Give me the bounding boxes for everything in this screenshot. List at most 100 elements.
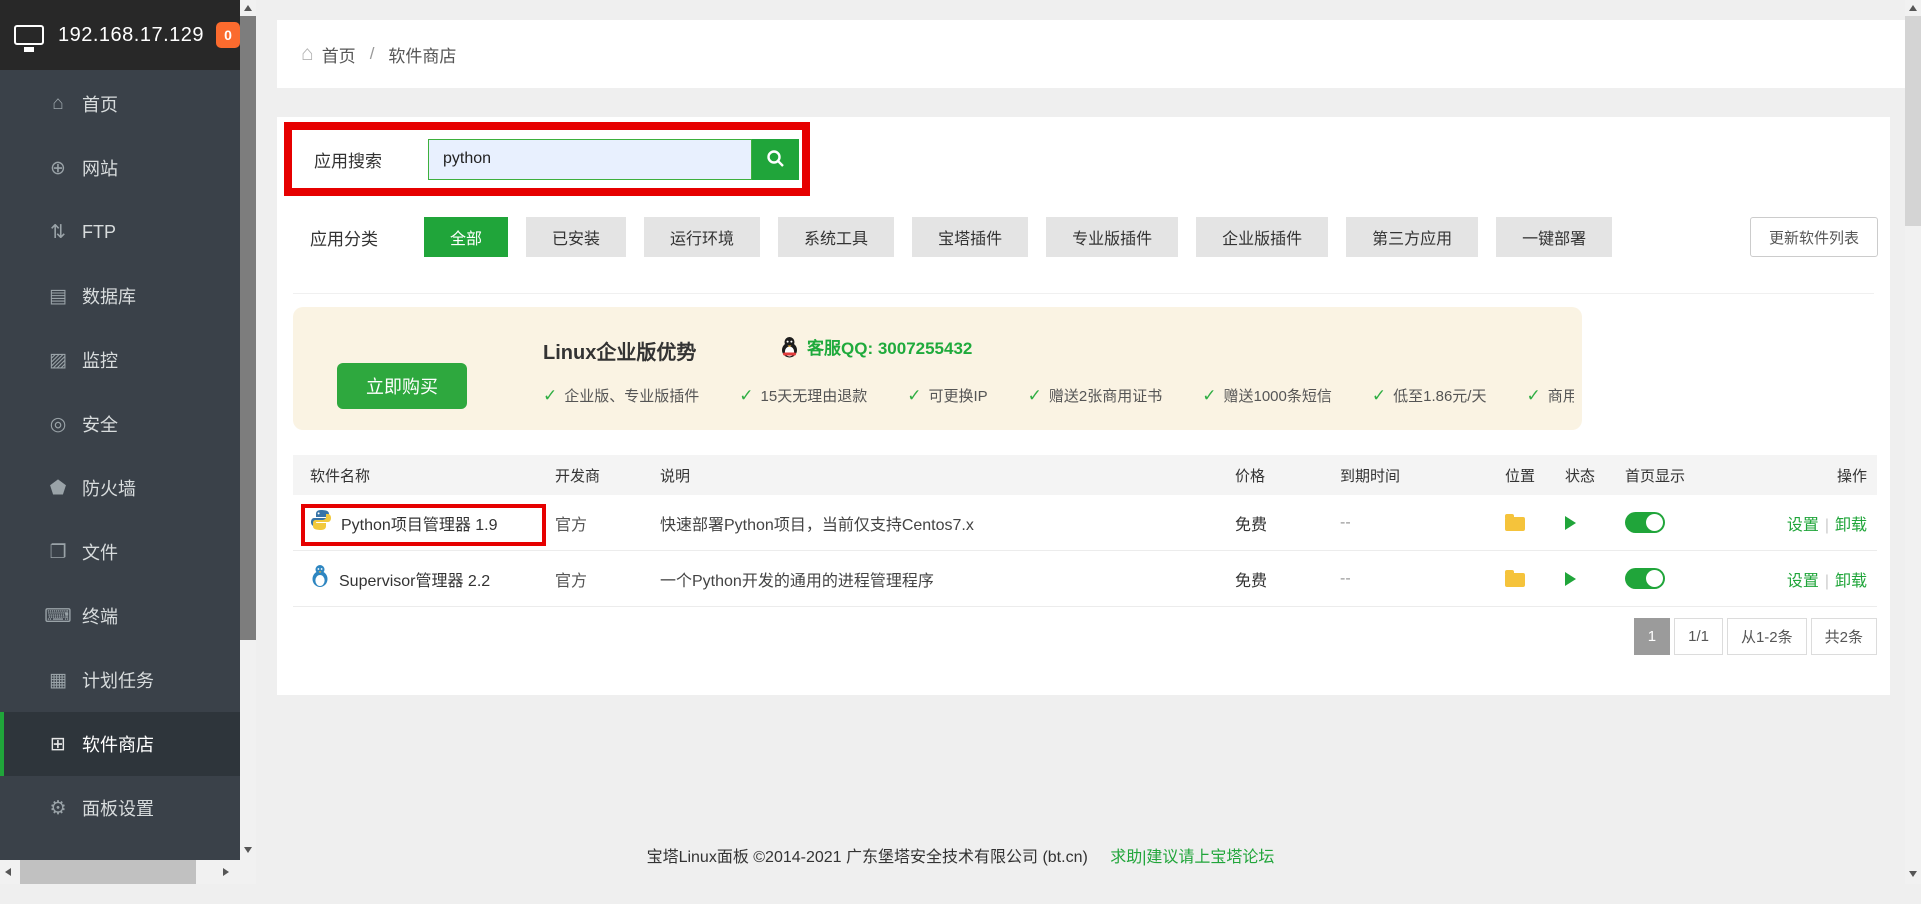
running-status-icon[interactable] bbox=[1565, 572, 1576, 586]
developer-cell: 官方 bbox=[555, 511, 660, 535]
scroll-up-arrow-icon[interactable] bbox=[240, 0, 256, 16]
search-input[interactable] bbox=[428, 139, 752, 180]
banner-title: Linux企业版优势 bbox=[543, 336, 696, 365]
sidebar-item-panel[interactable]: ⚙ 面板设置 bbox=[0, 776, 240, 840]
software-name-cell: Supervisor管理器 2.2 bbox=[310, 564, 555, 593]
sidebar-item-label: 面板设置 bbox=[82, 795, 154, 821]
vertical-scrollbar-thumb[interactable] bbox=[240, 16, 256, 640]
sidebar-item-files[interactable]: ❐文件 bbox=[0, 520, 240, 584]
sidebar-item-label: 终端 bbox=[82, 603, 118, 629]
folder-icon[interactable] bbox=[1505, 517, 1525, 531]
page-scrollbar-thumb[interactable] bbox=[1905, 16, 1921, 226]
sidebar-item-label: 首页 bbox=[82, 91, 118, 117]
banner-feature-text: 低至1.86元/天 bbox=[1393, 385, 1486, 406]
breadcrumb: ⌂ 首页 / 软件商店 bbox=[277, 20, 1905, 88]
sidebar-item-terminal[interactable]: ⌨ 终端 bbox=[0, 584, 240, 648]
uninstall-link[interactable]: 卸载 bbox=[1835, 573, 1867, 590]
category-tab-0[interactable]: 全部 bbox=[424, 217, 508, 257]
scroll-left-arrow-icon[interactable] bbox=[0, 864, 16, 880]
running-status-icon[interactable] bbox=[1565, 516, 1576, 530]
category-tab-7[interactable]: 第三方应用 bbox=[1346, 217, 1478, 257]
sidebar-item-firewall[interactable]: ⬟防火墙 bbox=[0, 456, 240, 520]
breadcrumb-home[interactable]: 首页 bbox=[322, 42, 356, 67]
category-tab-6[interactable]: 企业版插件 bbox=[1196, 217, 1328, 257]
sidebar-item-cron[interactable]: ▦计划任务 bbox=[0, 648, 240, 712]
message-count-badge[interactable]: 0 bbox=[216, 22, 240, 48]
actions-cell: 设置|卸载 bbox=[1750, 511, 1877, 535]
developer-cell: 官方 bbox=[555, 567, 660, 591]
software-name[interactable]: Supervisor管理器 2.2 bbox=[339, 567, 490, 591]
scroll-up-arrow-icon[interactable] bbox=[1905, 0, 1921, 16]
category-tab-5[interactable]: 专业版插件 bbox=[1046, 217, 1178, 257]
sidebar-vertical-scrollbar[interactable] bbox=[240, 0, 256, 884]
home-show-toggle[interactable] bbox=[1625, 512, 1665, 533]
banner-feature-text: 企业版、专业版插件 bbox=[564, 385, 699, 406]
banner-feature: ✓商用防火墙授权 bbox=[1526, 385, 1574, 406]
table-header-cell: 首页显示 bbox=[1625, 465, 1750, 486]
table-header-cell: 操作 bbox=[1750, 465, 1877, 486]
category-tab-2[interactable]: 运行环境 bbox=[644, 217, 760, 257]
settings-link[interactable]: 设置 bbox=[1787, 573, 1819, 590]
app-search-row: 应用搜索 bbox=[288, 126, 806, 192]
site-icon: ⊕ bbox=[44, 157, 72, 180]
banner-feature: ✓可更换IP bbox=[907, 385, 987, 406]
scroll-down-arrow-icon[interactable] bbox=[240, 842, 256, 858]
banner-feature-text: 赠送2张商用证书 bbox=[1049, 385, 1162, 406]
software-table: 软件名称开发商说明价格到期时间位置状态首页显示操作 Python项目管理器 1.… bbox=[293, 455, 1877, 607]
expire-cell: -- bbox=[1340, 570, 1505, 588]
toggle-knob bbox=[1646, 570, 1663, 587]
table-header-cell: 开发商 bbox=[555, 465, 660, 486]
sidebar-item-security[interactable]: ◎安全 bbox=[0, 392, 240, 456]
price-cell: 免费 bbox=[1235, 511, 1340, 535]
actions-cell: 设置|卸载 bbox=[1750, 567, 1877, 591]
qq-text: 客服QQ: 3007255432 bbox=[807, 334, 972, 359]
table-header-cell: 状态 bbox=[1565, 465, 1625, 486]
terminal-icon: ⌨ bbox=[44, 605, 72, 628]
table-row: Supervisor管理器 2.2官方一个Python开发的通用的进程管理程序免… bbox=[293, 551, 1877, 607]
pagination-page-1[interactable]: 1 bbox=[1634, 618, 1670, 655]
sidebar-item-monitor[interactable]: ▨监控 bbox=[0, 328, 240, 392]
software-name[interactable]: Python项目管理器 1.9 bbox=[341, 511, 498, 535]
update-software-list-button[interactable]: 更新软件列表 bbox=[1750, 217, 1878, 257]
category-tab-1[interactable]: 已安装 bbox=[526, 217, 626, 257]
python-logo-icon bbox=[310, 509, 332, 536]
category-tab-3[interactable]: 系统工具 bbox=[778, 217, 894, 257]
category-tab-4[interactable]: 宝塔插件 bbox=[912, 217, 1028, 257]
sidebar-item-store[interactable]: ⊞软件商店 bbox=[0, 712, 240, 776]
panel-icon: ⚙ bbox=[44, 797, 72, 820]
category-tabs: 全部已安装运行环境系统工具宝塔插件专业版插件企业版插件第三方应用一键部署 bbox=[424, 217, 1630, 257]
sidebar-item-label: 网站 bbox=[82, 155, 118, 181]
check-icon: ✓ bbox=[739, 386, 753, 406]
buy-now-button[interactable]: 立即购买 bbox=[337, 363, 467, 409]
status-cell bbox=[1565, 572, 1625, 586]
check-icon: ✓ bbox=[1202, 386, 1216, 406]
category-tab-8[interactable]: 一键部署 bbox=[1496, 217, 1612, 257]
search-button[interactable] bbox=[752, 139, 799, 180]
home-icon: ⌂ bbox=[301, 42, 314, 66]
cron-icon: ▦ bbox=[44, 669, 72, 692]
sidebar: 192.168.17.129 0 ⌂首页 ⊕ 网站 ⇅FTP▤数据库▨监控◎安全⬟防火… bbox=[0, 0, 240, 884]
sidebar-item-ftp[interactable]: ⇅FTP bbox=[0, 200, 240, 264]
sidebar-item-home[interactable]: ⌂首页 bbox=[0, 72, 240, 136]
table-header-cell: 到期时间 bbox=[1340, 465, 1505, 486]
tux-logo-icon bbox=[310, 564, 330, 593]
table-body: Python项目管理器 1.9官方快速部署Python项目，当前仅支持Cento… bbox=[293, 495, 1877, 607]
settings-link[interactable]: 设置 bbox=[1787, 517, 1819, 534]
sidebar-horizontal-scrollbar[interactable] bbox=[0, 860, 240, 884]
footer-forum-link[interactable]: 求助|建议请上宝塔论坛 bbox=[1110, 849, 1274, 866]
sidebar-item-site[interactable]: ⊕ 网站 bbox=[0, 136, 240, 200]
home-show-toggle[interactable] bbox=[1625, 568, 1665, 589]
home-show-cell bbox=[1625, 568, 1750, 589]
page-vertical-scrollbar[interactable] bbox=[1905, 0, 1921, 884]
folder-icon[interactable] bbox=[1505, 573, 1525, 587]
uninstall-link[interactable]: 卸载 bbox=[1835, 517, 1867, 534]
scroll-down-arrow-icon[interactable] bbox=[1905, 866, 1921, 882]
horizontal-scrollbar-thumb[interactable] bbox=[20, 860, 196, 884]
sidebar-item-label: 防火墙 bbox=[82, 475, 136, 501]
price-cell: 免费 bbox=[1235, 567, 1340, 591]
scroll-right-arrow-icon[interactable] bbox=[218, 864, 234, 880]
banner-feature: ✓赠送2张商用证书 bbox=[1028, 385, 1163, 406]
server-host: 192.168.17.129 bbox=[58, 24, 204, 47]
pagination-info: 共2条 bbox=[1811, 618, 1877, 655]
sidebar-item-database[interactable]: ▤数据库 bbox=[0, 264, 240, 328]
